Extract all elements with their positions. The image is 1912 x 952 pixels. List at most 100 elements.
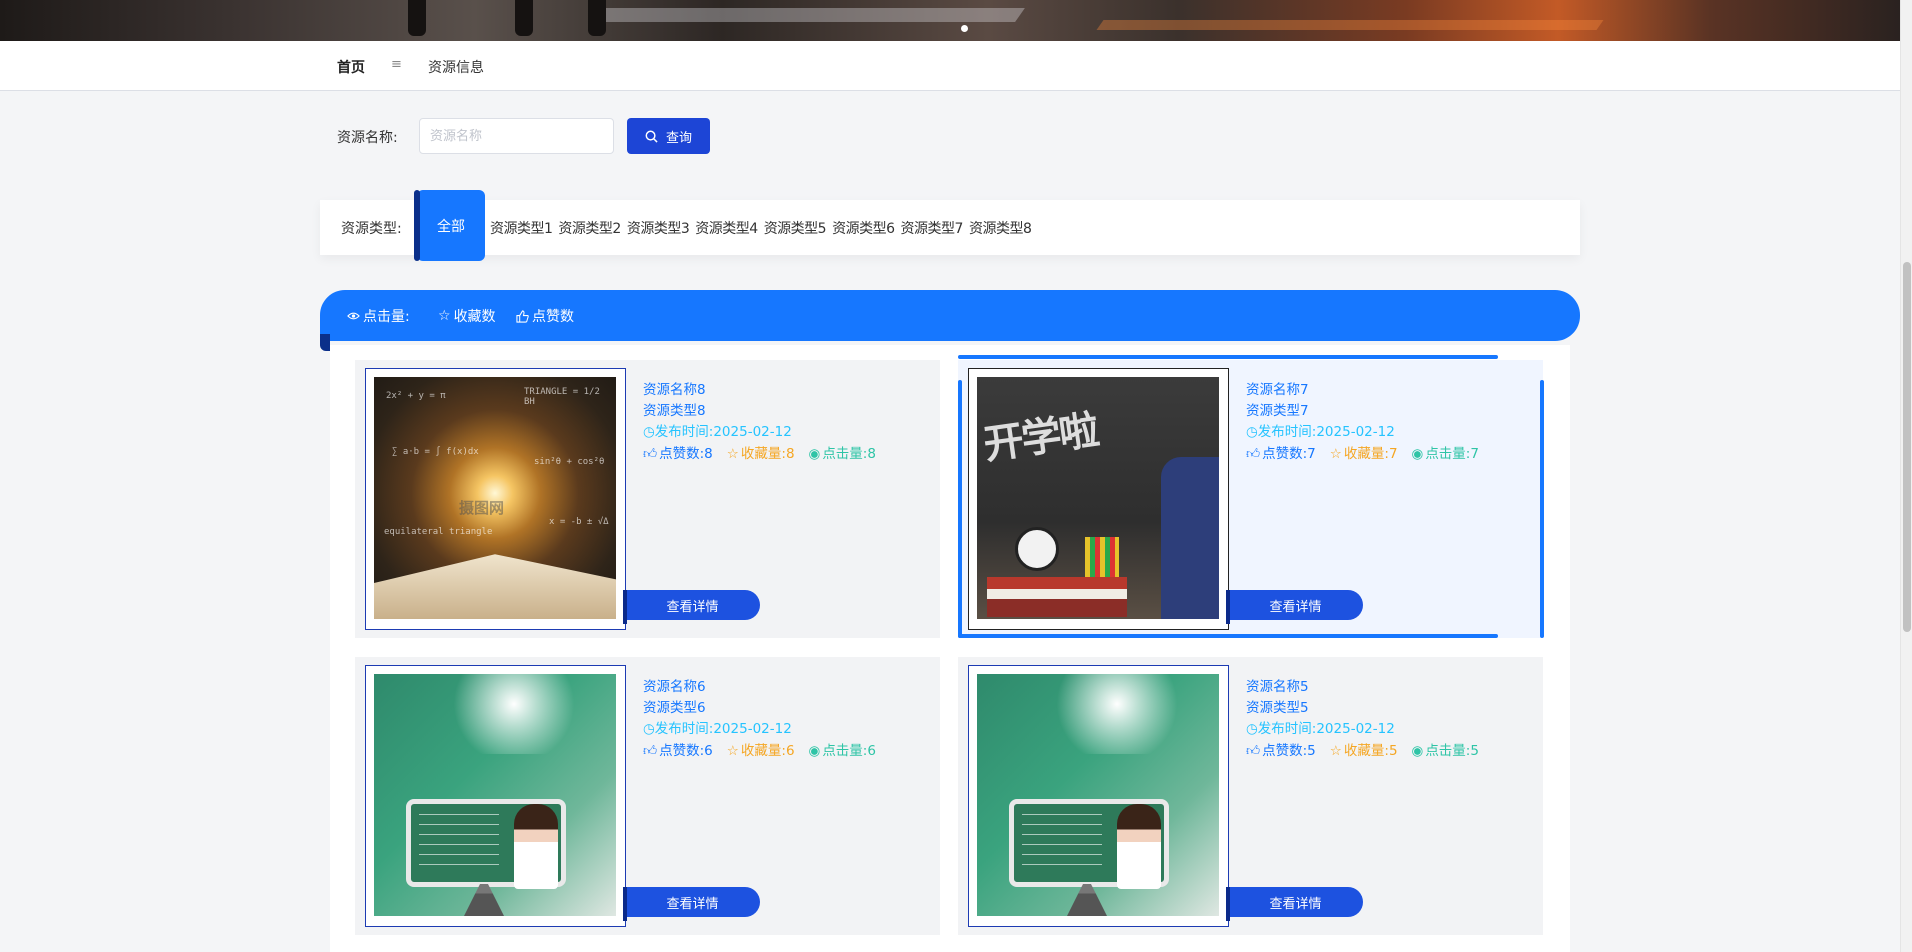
view-label: 点击量: xyxy=(1425,446,1471,462)
type-filter-item[interactable]: 资源类型7 xyxy=(901,218,964,238)
book-formula-image: 2x² + y = π TRIANGLE = 1/2 BH ∑ a·b = ∫ … xyxy=(374,377,616,619)
view-details-button[interactable]: 查看详情 xyxy=(623,590,760,624)
search-button[interactable]: 查询 xyxy=(627,118,710,154)
resource-card[interactable]: 资源名称5 资源类型5 ◷发布时间:2025-02-12 👍︎ 点赞数:5 ☆ 收藏… xyxy=(958,657,1543,935)
like-label: 点赞数: xyxy=(659,446,705,462)
eye-icon: ◉ xyxy=(1411,446,1424,462)
page-scrollbar[interactable] xyxy=(1900,0,1912,952)
view-details-button[interactable]: 查看详情 xyxy=(623,887,760,921)
search-button-label: 查询 xyxy=(665,130,692,146)
like-count: 6 xyxy=(704,743,713,759)
fav-label: 收藏量: xyxy=(740,446,786,462)
publish-date-label: 发布时间: xyxy=(654,424,714,440)
view-label: 点击量: xyxy=(1425,743,1471,759)
carousel-indicator-dot[interactable] xyxy=(961,25,968,32)
fav-count: 5 xyxy=(1388,743,1398,759)
top-banner-image xyxy=(0,0,1900,41)
type-filter-label: 资源类型: xyxy=(341,221,402,237)
eye-icon: ◉ xyxy=(808,743,821,759)
resource-type: 资源类型8 xyxy=(643,403,706,419)
publish-date-label: 发布时间: xyxy=(1257,424,1317,440)
type-filter-bar: 资源类型: 全部 资源类型1 资源类型2 资源类型3 资源类型4 资源类型5 资… xyxy=(320,190,1580,261)
scrollbar-thumb[interactable] xyxy=(1903,262,1911,632)
sort-favorites-label: 收藏数 xyxy=(453,309,496,325)
publish-date: 2025-02-12 xyxy=(1316,721,1395,737)
thumbs-up-icon: 👍︎ xyxy=(643,743,658,759)
star-icon: ☆ xyxy=(726,743,739,759)
type-filter-item[interactable]: 资源类型1 xyxy=(490,218,553,238)
type-filter-item[interactable]: 资源类型2 xyxy=(558,218,621,238)
like-count: 8 xyxy=(704,446,713,462)
like-label: 点赞数: xyxy=(1262,446,1308,462)
eye-icon: ◉ xyxy=(808,446,821,462)
menu-icon: ≡ xyxy=(391,57,402,72)
sort-likes-label: 点赞数 xyxy=(532,309,574,325)
type-filter-item[interactable]: 资源类型5 xyxy=(764,218,827,238)
view-count: 7 xyxy=(1470,446,1479,462)
resource-thumbnail[interactable]: 开学啦 xyxy=(968,368,1229,630)
view-label: 点击量: xyxy=(822,446,868,462)
fav-count: 7 xyxy=(1388,446,1398,462)
sort-by-likes[interactable]: 点赞数 xyxy=(516,306,574,326)
like-label: 点赞数: xyxy=(1262,743,1308,759)
back-to-school-image: 开学啦 xyxy=(977,377,1219,619)
resource-type: 资源类型5 xyxy=(1246,700,1309,716)
publish-date: 2025-02-12 xyxy=(1316,424,1395,440)
eye-icon xyxy=(347,312,360,320)
resource-thumbnail[interactable] xyxy=(968,665,1229,927)
type-filter-all[interactable]: 全部 xyxy=(414,190,485,261)
search-label: 资源名称: xyxy=(337,130,398,146)
star-icon: ☆ xyxy=(726,446,739,462)
resource-type: 资源类型7 xyxy=(1246,403,1309,419)
search-input[interactable] xyxy=(419,118,614,154)
like-count: 5 xyxy=(1307,743,1316,759)
view-details-button[interactable]: 查看详情 xyxy=(1226,590,1363,624)
resource-card[interactable]: 开学啦 资源名称7 资源类型7 ◷发布时间:2025-02-12 👍︎ 点赞数:7… xyxy=(958,355,1544,638)
thumbs-up-icon xyxy=(516,309,529,323)
view-count: 8 xyxy=(867,446,876,462)
publish-date: 2025-02-12 xyxy=(713,721,792,737)
breadcrumb-home[interactable]: 首页 xyxy=(337,57,365,77)
teacher-classroom-image xyxy=(977,674,1219,916)
fav-label: 收藏量: xyxy=(740,743,786,759)
resource-thumbnail[interactable]: 2x² + y = π TRIANGLE = 1/2 BH ∑ a·b = ∫ … xyxy=(365,368,626,630)
type-filter-all-label: 全部 xyxy=(437,218,465,235)
sort-by-clicks[interactable]: 点击量: xyxy=(347,306,410,326)
like-label: 点赞数: xyxy=(659,743,705,759)
view-details-button[interactable]: 查看详情 xyxy=(1226,887,1363,921)
type-filter-item[interactable]: 资源类型6 xyxy=(832,218,895,238)
clock-icon: ◷ xyxy=(1246,424,1258,440)
resource-name: 资源名称7 xyxy=(1246,382,1309,398)
fav-count: 8 xyxy=(785,446,795,462)
sort-clicks-label: 点击量: xyxy=(363,309,410,325)
view-count: 6 xyxy=(867,743,876,759)
fav-label: 收藏量: xyxy=(1343,743,1389,759)
clock-icon: ◷ xyxy=(643,721,655,737)
view-label: 点击量: xyxy=(822,743,868,759)
thumbs-up-icon: 👍︎ xyxy=(643,446,658,462)
image-watermark: 摄图网 xyxy=(459,499,505,517)
thumbs-up-icon: 👍︎ xyxy=(1246,743,1261,759)
sort-by-favorites[interactable]: ☆ 收藏数 xyxy=(438,306,496,326)
publish-date: 2025-02-12 xyxy=(713,424,792,440)
resource-thumbnail[interactable] xyxy=(365,665,626,927)
eye-icon: ◉ xyxy=(1411,743,1424,759)
type-filter-item[interactable]: 资源类型8 xyxy=(969,218,1032,238)
resource-card[interactable]: 2x² + y = π TRIANGLE = 1/2 BH ∑ a·b = ∫ … xyxy=(355,360,940,638)
publish-date-label: 发布时间: xyxy=(1257,721,1317,737)
resource-type: 资源类型6 xyxy=(643,700,706,716)
like-count: 7 xyxy=(1307,446,1316,462)
breadcrumb-current[interactable]: 资源信息 xyxy=(428,57,484,77)
resource-list: 2x² + y = π TRIANGLE = 1/2 BH ∑ a·b = ∫ … xyxy=(330,345,1570,952)
view-count: 5 xyxy=(1470,743,1479,759)
clock-icon: ◷ xyxy=(1246,721,1258,737)
star-icon: ☆ xyxy=(1329,743,1342,759)
type-filter-item[interactable]: 资源类型4 xyxy=(695,218,758,238)
search-icon xyxy=(645,130,658,143)
resource-card[interactable]: 资源名称6 资源类型6 ◷发布时间:2025-02-12 👍︎ 点赞数:6 ☆ 收藏… xyxy=(355,657,940,935)
thumbs-up-icon: 👍︎ xyxy=(1246,446,1261,462)
type-filter-item[interactable]: 资源类型3 xyxy=(627,218,690,238)
fav-count: 6 xyxy=(785,743,795,759)
breadcrumb-nav: 首页 ≡ 资源信息 xyxy=(0,41,1900,91)
teacher-classroom-image xyxy=(374,674,616,916)
